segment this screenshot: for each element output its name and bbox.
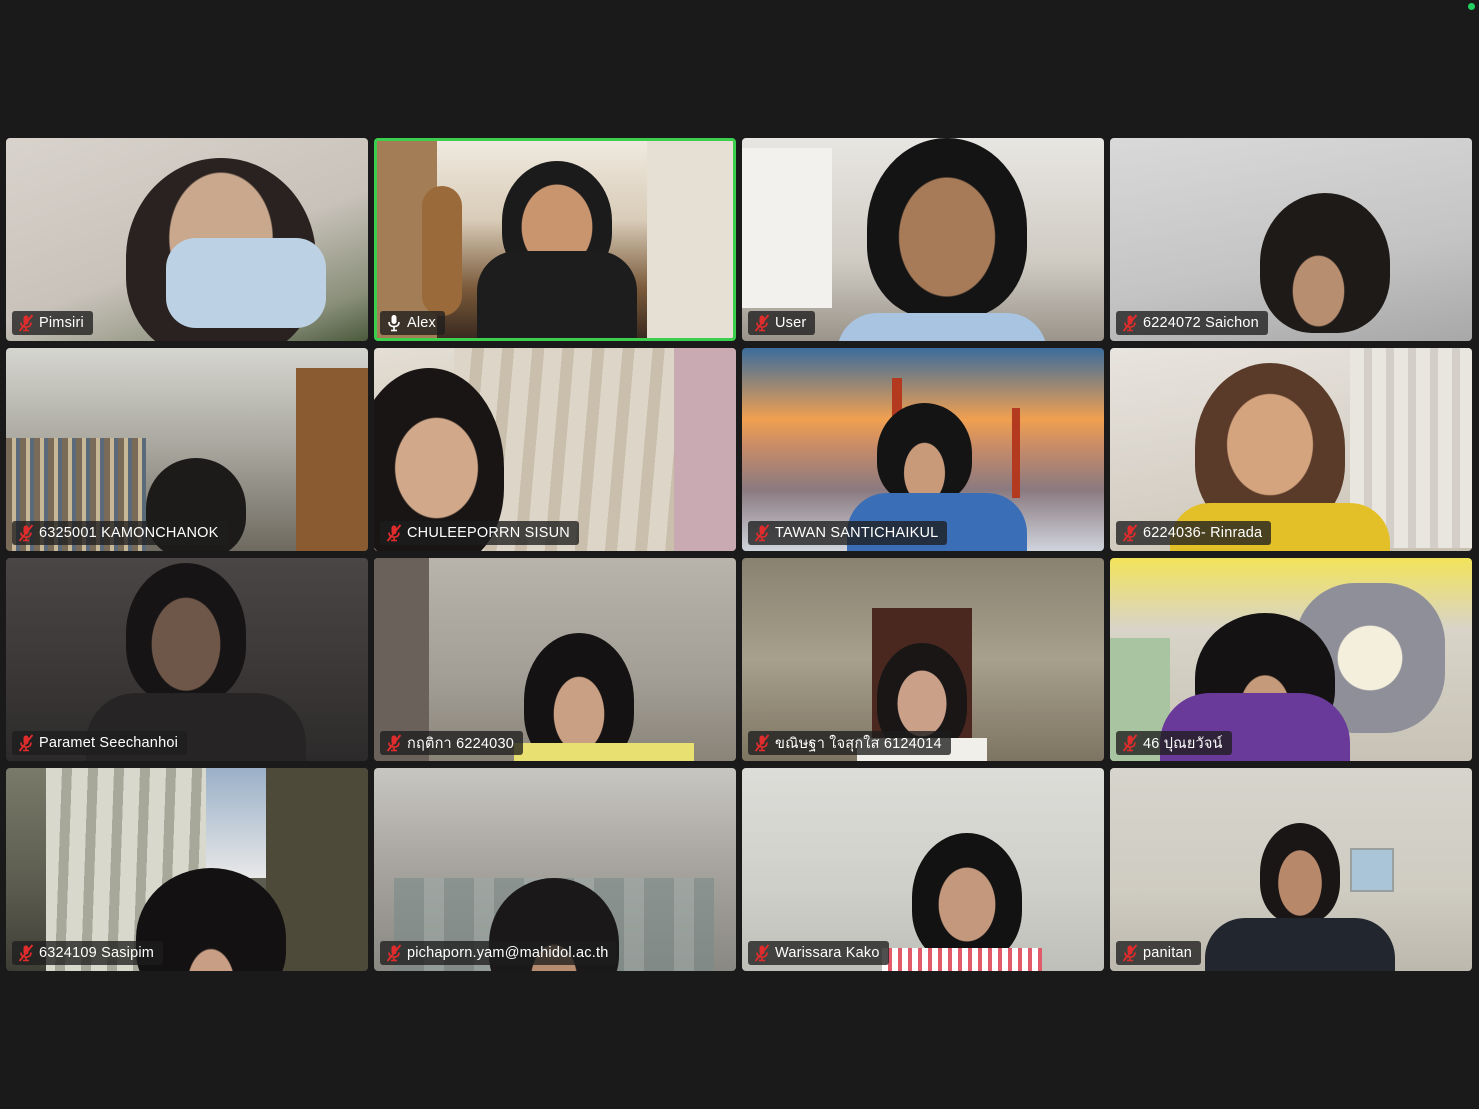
participant-name-label: 6224036- Rinrada <box>1116 521 1272 545</box>
mic-muted-icon <box>386 734 402 752</box>
mic-muted-icon <box>18 944 34 962</box>
zoom-meeting-window: Pimsiri Alex User 6224072 Saichon 632500… <box>0 0 1479 1109</box>
participant-name-label: TAWAN SANTICHAIKUL <box>748 521 948 545</box>
participant-tile-khanittha[interactable]: ขณิษฐา ใจสุกใส 6124014 <box>742 558 1104 761</box>
mic-muted-icon <box>754 944 770 962</box>
participant-tile-warissara[interactable]: Warissara Kako <box>742 768 1104 971</box>
participant-name: กฤติกา 6224030 <box>407 735 514 752</box>
participant-name-label: Pimsiri <box>12 311 93 335</box>
participant-tile-kruttika[interactable]: กฤติกา 6224030 <box>374 558 736 761</box>
mic-muted-icon <box>18 314 34 332</box>
mic-muted-icon <box>1122 314 1138 332</box>
participant-name-label: Warissara Kako <box>748 941 889 965</box>
participant-name: 6224036- Rinrada <box>1143 525 1263 541</box>
participant-name-label: 6224072 Saichon <box>1116 311 1268 335</box>
participant-name-label: 6324109 Sasipim <box>12 941 164 965</box>
participant-name-label: panitan <box>1116 941 1201 965</box>
mic-muted-icon <box>18 524 34 542</box>
participant-name-label: CHULEEPORRN SISUN <box>380 521 579 545</box>
mic-icon <box>386 314 402 332</box>
participant-name: Paramet Seechanhoi <box>39 735 179 751</box>
participant-tile-paramet[interactable]: Paramet Seechanhoi <box>6 558 368 761</box>
participant-name-label: ขณิษฐา ใจสุกใส 6124014 <box>748 731 951 755</box>
participant-tile-pichaporn[interactable]: pichaporn.yam@mahidol.ac.th <box>374 768 736 971</box>
mic-muted-icon <box>754 314 770 332</box>
mic-muted-icon <box>386 944 402 962</box>
participant-name: CHULEEPORRN SISUN <box>407 525 570 541</box>
participant-tile-panitan[interactable]: panitan <box>1110 768 1472 971</box>
mic-muted-icon <box>1122 944 1138 962</box>
participant-name-label: กฤติกา 6224030 <box>380 731 523 755</box>
participant-name: Warissara Kako <box>775 945 880 961</box>
participant-name: 6224072 Saichon <box>1143 315 1259 331</box>
participant-name-label: Paramet Seechanhoi <box>12 731 188 755</box>
participant-name-label: User <box>748 311 816 335</box>
participant-name-label: 6325001 KAMONCHANOK <box>12 521 228 545</box>
mic-muted-icon <box>754 734 770 752</box>
participant-name-label: 46 ปุณยวัจน์ <box>1116 731 1232 755</box>
connection-status-icon <box>1468 3 1475 10</box>
participant-tile-punyawat[interactable]: 46 ปุณยวัจน์ <box>1110 558 1472 761</box>
mic-muted-icon <box>754 524 770 542</box>
participant-name: pichaporn.yam@mahidol.ac.th <box>407 945 609 961</box>
participant-tile-sasipim[interactable]: 6324109 Sasipim <box>6 768 368 971</box>
participant-name: Pimsiri <box>39 315 84 331</box>
participant-tile-user[interactable]: User <box>742 138 1104 341</box>
participant-tile-saichon[interactable]: 6224072 Saichon <box>1110 138 1472 341</box>
mic-muted-icon <box>1122 734 1138 752</box>
participant-tile-tawan[interactable]: TAWAN SANTICHAIKUL <box>742 348 1104 551</box>
participant-tile-kamonchanok[interactable]: 6325001 KAMONCHANOK <box>6 348 368 551</box>
mic-muted-icon <box>1122 524 1138 542</box>
gallery-view-grid: Pimsiri Alex User 6224072 Saichon 632500… <box>6 138 1473 971</box>
participant-name: 46 ปุณยวัจน์ <box>1143 735 1223 752</box>
mic-muted-icon <box>18 734 34 752</box>
participant-tile-alex[interactable]: Alex <box>374 138 736 341</box>
participant-name: 6324109 Sasipim <box>39 945 155 961</box>
participant-video <box>377 141 733 338</box>
mic-muted-icon <box>386 524 402 542</box>
participant-name: Alex <box>407 315 437 331</box>
participant-name: panitan <box>1143 945 1192 961</box>
participant-tile-chuleeporrn[interactable]: CHULEEPORRN SISUN <box>374 348 736 551</box>
participant-name: ขณิษฐา ใจสุกใส 6124014 <box>775 735 942 752</box>
participant-name: 6325001 KAMONCHANOK <box>39 525 219 541</box>
participant-tile-pimsiri[interactable]: Pimsiri <box>6 138 368 341</box>
participant-name-label: Alex <box>380 311 446 335</box>
participant-name: User <box>775 315 807 331</box>
participant-tile-rinrada[interactable]: 6224036- Rinrada <box>1110 348 1472 551</box>
participant-name: TAWAN SANTICHAIKUL <box>775 525 939 541</box>
participant-name-label: pichaporn.yam@mahidol.ac.th <box>380 941 618 965</box>
